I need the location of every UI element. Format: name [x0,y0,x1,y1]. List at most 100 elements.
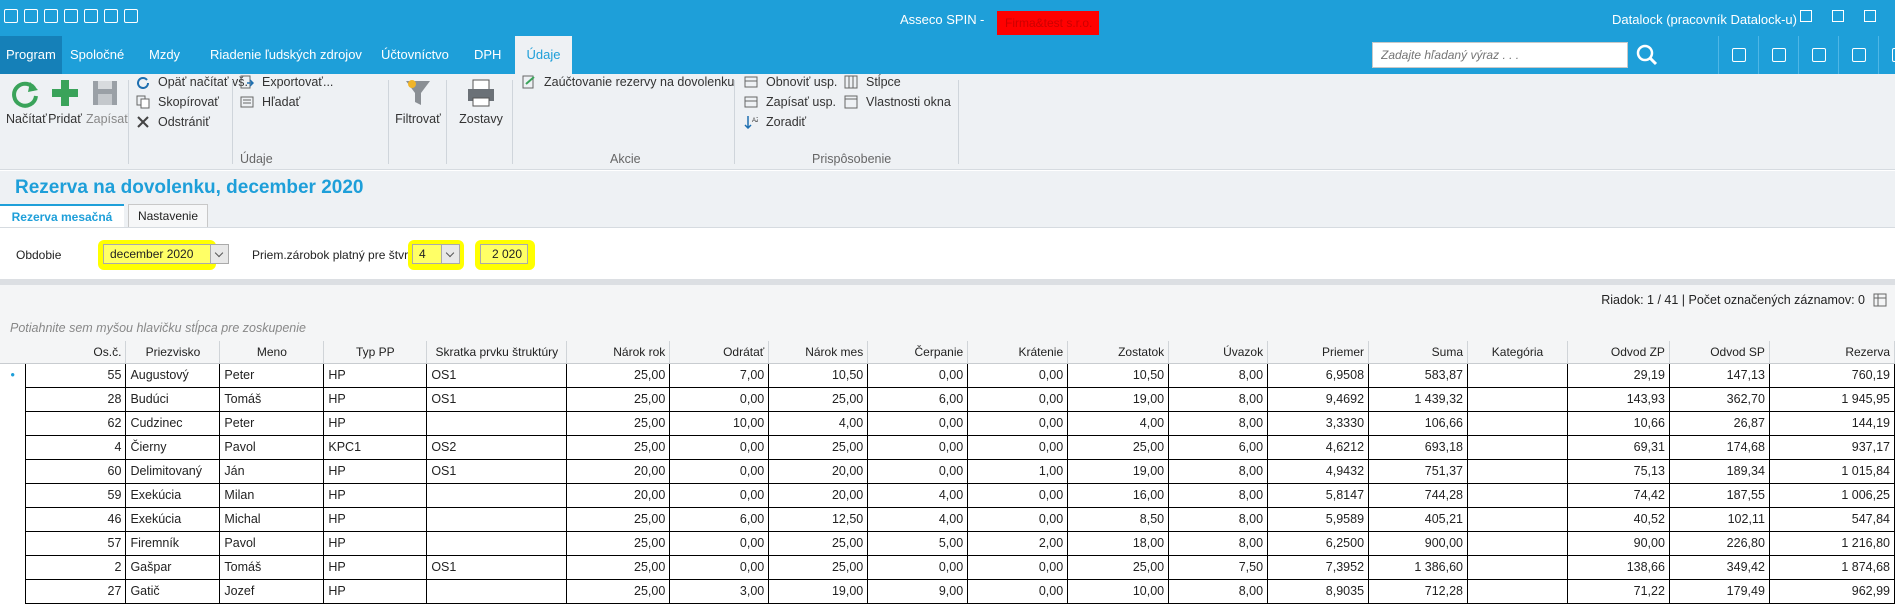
stvrtrok-select[interactable]: 4 [412,244,460,264]
table-cell[interactable]: 10,66 [1567,411,1670,436]
table-cell[interactable]: 0,00 [967,435,1069,460]
column-header[interactable]: Skratka prvku štruktúry [426,341,568,364]
table-cell[interactable]: 0,00 [967,411,1069,436]
menu-dph[interactable]: DPH [474,36,501,74]
table-cell[interactable]: 6,9508 [1267,363,1370,388]
view-button[interactable] [1878,36,1895,74]
table-cell[interactable] [426,483,568,508]
table-cell[interactable]: 1 006,25 [1769,483,1895,508]
zapisat-usp-button[interactable]: Zapísať usp. [744,93,836,111]
table-cell[interactable]: Delimitovaný [125,459,221,484]
row-indicator[interactable] [0,579,26,603]
hladat-button[interactable]: Hľadať [240,93,300,111]
table-cell[interactable]: 751,37 [1368,459,1468,484]
table-cell[interactable]: 10,00 [1067,579,1170,604]
table-cell[interactable]: HP [323,459,428,484]
table-cell[interactable]: 71,22 [1567,579,1670,604]
table-cell[interactable]: OS1 [426,363,568,388]
menu-spolocne[interactable]: Spoločné [70,36,124,74]
table-cell[interactable]: 4,9432 [1267,459,1370,484]
table-cell[interactable]: 693,18 [1368,435,1468,460]
table-cell[interactable]: 174,68 [1669,435,1770,460]
table-cell[interactable]: 143,93 [1567,387,1670,412]
column-header[interactable]: Suma [1368,341,1468,364]
print-preview-icon[interactable] [104,9,118,23]
table-cell[interactable]: 9,4692 [1267,387,1370,412]
table-cell[interactable]: OS1 [426,555,568,580]
table-cell[interactable]: Pavol [219,435,325,460]
table-cell[interactable]: 187,55 [1669,483,1770,508]
table-cell[interactable]: 8,9035 [1267,579,1370,604]
print-icon[interactable] [84,9,98,23]
table-cell[interactable]: 25,00 [566,507,671,532]
table-cell[interactable]: HP [323,507,428,532]
table-cell[interactable]: 583,87 [1368,363,1468,388]
table-cell[interactable]: KPC1 [323,435,428,460]
rok-input[interactable]: 2 020 [480,244,528,264]
skopirovat-button[interactable]: Skopírovať [136,93,219,111]
nacitat-button[interactable]: Načítať [6,78,47,126]
zoradit-button[interactable]: AZ Zoradiť [744,113,806,131]
table-cell[interactable]: 8,00 [1168,483,1269,508]
table-cell[interactable]: 25,00 [1067,435,1170,460]
table-row[interactable]: 4 Čierny Pavol KPC1 OS2 25,00 0,00 25,00 0,00 0,0… [0,435,1895,460]
table-cell[interactable]: OS2 [426,435,568,460]
table-cell[interactable]: 1 439,32 [1368,387,1468,412]
row-indicator[interactable] [0,411,26,435]
excel-export-icon[interactable] [24,9,38,23]
table-cell[interactable]: 55 [25,363,127,388]
column-header[interactable]: Krátenie [967,341,1069,364]
table-cell[interactable]: Ján [219,459,325,484]
table-cell[interactable]: 10,00 [669,411,770,436]
row-indicator[interactable] [0,483,26,507]
table-cell[interactable] [426,411,568,436]
table-cell[interactable]: 179,49 [1669,579,1770,604]
table-cell[interactable]: 25,00 [768,435,869,460]
table-cell[interactable]: 900,00 [1368,531,1468,556]
table-cell[interactable]: 0,00 [967,555,1069,580]
table-row[interactable]: 60 Delimitovaný Ján HP OS1 20,00 0,00 20,00 0,00… [0,459,1895,484]
table-cell[interactable]: HP [323,363,428,388]
vlastnosti-okna-button[interactable]: Vlastnosti okna [844,93,951,111]
table-cell[interactable]: 29,19 [1567,363,1670,388]
table-cell[interactable]: Milan [219,483,325,508]
table-cell[interactable]: HP [323,555,428,580]
table-cell[interactable]: 744,28 [1368,483,1468,508]
table-cell[interactable]: 62 [25,411,127,436]
column-header[interactable]: Nárok rok [566,341,671,364]
table-cell[interactable] [1467,579,1568,604]
table-cell[interactable]: 25,00 [768,531,869,556]
table-cell[interactable]: 0,00 [967,483,1069,508]
table-cell[interactable]: Cudzinec [125,411,221,436]
table-cell[interactable]: OS1 [426,459,568,484]
table-cell[interactable]: 0,00 [669,435,770,460]
table-cell[interactable]: 57 [25,531,127,556]
column-header[interactable]: Priemer [1267,341,1370,364]
table-cell[interactable]: 0,00 [867,459,969,484]
table-cell[interactable]: 8,00 [1168,507,1269,532]
table-cell[interactable]: 4,6212 [1267,435,1370,460]
table-cell[interactable]: 10,50 [768,363,869,388]
column-header[interactable]: Odvod SP [1669,341,1770,364]
table-cell[interactable]: 106,66 [1368,411,1468,436]
table-cell[interactable]: Peter [219,363,325,388]
column-header[interactable]: Typ PP [323,341,428,364]
table-cell[interactable]: 25,00 [768,387,869,412]
table-cell[interactable]: HP [323,531,428,556]
table-cell[interactable]: 138,66 [1567,555,1670,580]
calculator-button[interactable] [1758,36,1798,74]
table-cell[interactable]: 0,00 [669,459,770,484]
chevron-down-icon[interactable] [441,245,459,263]
table-cell[interactable]: 1 015,84 [1769,459,1895,484]
table-cell[interactable] [1467,459,1568,484]
table-cell[interactable] [1467,483,1568,508]
table-cell[interactable]: 9,00 [867,579,969,604]
table-cell[interactable] [1467,435,1568,460]
table-cell[interactable]: 25,00 [566,411,671,436]
grid-settings-icon[interactable] [1873,293,1887,307]
table-cell[interactable]: 2,00 [967,531,1069,556]
table-cell[interactable]: 1 216,80 [1769,531,1895,556]
table-cell[interactable]: 18,00 [1067,531,1170,556]
table-cell[interactable]: 5,9589 [1267,507,1370,532]
table-row[interactable]: • 55 Augustový Peter HP OS1 25,00 7,00 10,50 0,00… [0,363,1895,388]
